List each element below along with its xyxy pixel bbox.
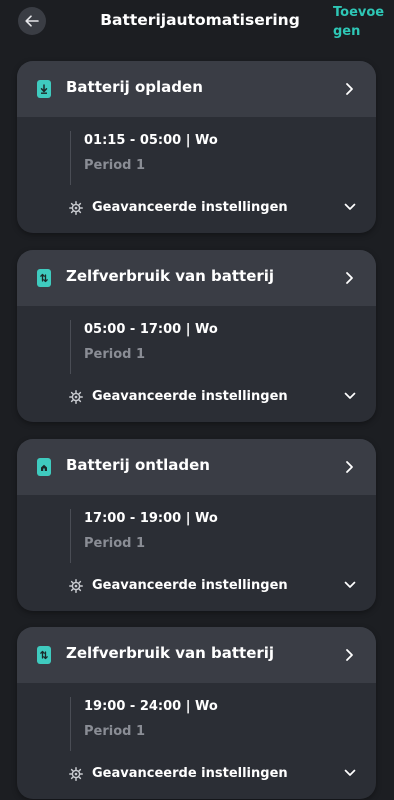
- card-header[interactable]: Zelfverbruik van batterij: [17, 627, 376, 683]
- arrow-left-icon: [25, 15, 39, 27]
- card-title: Zelfverbruik van batterij: [66, 267, 275, 285]
- advanced-settings-toggle[interactable]: Geavanceerde instellingen: [17, 763, 376, 787]
- card-title: Batterij opladen: [66, 78, 203, 96]
- gear-icon: [69, 767, 83, 781]
- card-title: Zelfverbruik van batterij: [66, 644, 275, 662]
- advanced-settings-label: Geavanceerde instellingen: [92, 766, 288, 781]
- advanced-settings-label: Geavanceerde instellingen: [92, 389, 288, 404]
- schedule-card: Zelfverbruik van batterij 19:00 - 24:00 …: [17, 627, 376, 799]
- period-block: 19:00 - 24:00 | Wo Period 1: [70, 697, 218, 751]
- gear-icon: [69, 201, 83, 215]
- period-time: 01:15 - 05:00 | Wo: [84, 133, 218, 148]
- card-header[interactable]: Zelfverbruik van batterij: [17, 250, 376, 306]
- advanced-settings-toggle[interactable]: Geavanceerde instellingen: [17, 386, 376, 410]
- period-time: 19:00 - 24:00 | Wo: [84, 699, 218, 714]
- battery-charge-icon: [37, 80, 51, 98]
- period-time: 05:00 - 17:00 | Wo: [84, 322, 218, 337]
- back-button[interactable]: [18, 7, 46, 35]
- chevron-right-icon[interactable]: [345, 82, 354, 96]
- advanced-settings-label: Geavanceerde instellingen: [92, 578, 288, 593]
- schedule-card: Zelfverbruik van batterij 05:00 - 17:00 …: [17, 250, 376, 422]
- period-name: Period 1: [84, 158, 146, 173]
- chevron-down-icon: [344, 769, 356, 776]
- period-block: 17:00 - 19:00 | Wo Period 1: [70, 509, 218, 563]
- header: Batterijautomatisering Toevoegen: [0, 0, 394, 46]
- card-header[interactable]: Batterij opladen: [17, 61, 376, 117]
- add-button[interactable]: Toevoegen: [333, 3, 389, 41]
- chevron-right-icon[interactable]: [345, 648, 354, 662]
- advanced-settings-toggle[interactable]: Geavanceerde instellingen: [17, 197, 376, 221]
- schedule-card: Batterij opladen 01:15 - 05:00 | Wo Peri…: [17, 61, 376, 233]
- period-name: Period 1: [84, 536, 146, 551]
- period-name: Period 1: [84, 347, 146, 362]
- card-title: Batterij ontladen: [66, 456, 210, 474]
- period-block: 05:00 - 17:00 | Wo Period 1: [70, 320, 218, 374]
- period-time: 17:00 - 19:00 | Wo: [84, 511, 218, 526]
- gear-icon: [69, 579, 83, 593]
- card-header[interactable]: Batterij ontladen: [17, 439, 376, 495]
- chevron-right-icon[interactable]: [345, 271, 354, 285]
- gear-icon: [69, 390, 83, 404]
- period-name: Period 1: [84, 724, 146, 739]
- battery-discharge-icon: [37, 458, 51, 476]
- chevron-down-icon: [344, 581, 356, 588]
- period-block: 01:15 - 05:00 | Wo Period 1: [70, 131, 218, 185]
- chevron-down-icon: [344, 392, 356, 399]
- battery-self-use-icon: [37, 269, 51, 287]
- chevron-down-icon: [344, 203, 356, 210]
- page-title: Batterijautomatisering: [100, 11, 300, 29]
- schedule-card: Batterij ontladen 17:00 - 19:00 | Wo Per…: [17, 439, 376, 611]
- chevron-right-icon[interactable]: [345, 460, 354, 474]
- advanced-settings-toggle[interactable]: Geavanceerde instellingen: [17, 575, 376, 599]
- advanced-settings-label: Geavanceerde instellingen: [92, 200, 288, 215]
- battery-self-use-icon: [37, 646, 51, 664]
